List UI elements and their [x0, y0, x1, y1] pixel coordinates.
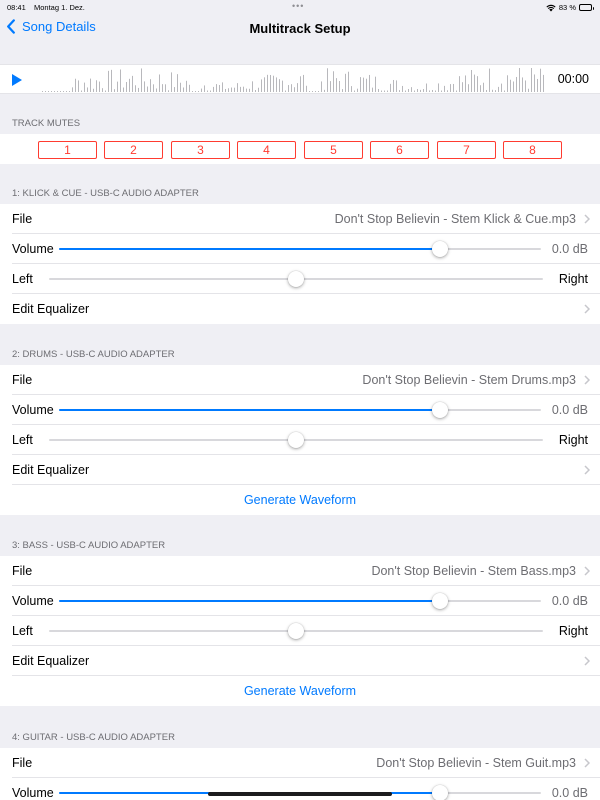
pan-right-label: Right — [558, 433, 588, 447]
chevron-right-icon — [584, 566, 590, 576]
file-label: File — [12, 756, 33, 770]
pan-row: Left Right — [0, 616, 600, 646]
mute-button-1[interactable]: 1 — [38, 141, 97, 159]
play-icon[interactable] — [12, 74, 22, 86]
volume-label: Volume — [12, 403, 54, 417]
multitasking-dots[interactable]: ••• — [292, 1, 304, 11]
volume-label: Volume — [12, 594, 54, 608]
pan-row: Left Right — [0, 264, 600, 294]
track-2-group: File Don't Stop Believin - Stem Drums.mp… — [0, 365, 600, 515]
pan-row: Left Right — [0, 425, 600, 455]
volume-slider[interactable] — [59, 241, 541, 257]
edit-equalizer-row[interactable]: Edit Equalizer — [0, 455, 600, 485]
volume-label: Volume — [12, 786, 54, 800]
mute-button-6[interactable]: 6 — [370, 141, 429, 159]
status-right: 83 % — [546, 3, 594, 12]
pan-right-label: Right — [558, 624, 588, 638]
file-value: Don't Stop Believin - Stem Drums.mp3 — [362, 373, 576, 387]
home-indicator[interactable] — [208, 792, 392, 796]
pan-right-label: Right — [558, 272, 588, 286]
playback-time: 00:00 — [557, 72, 589, 86]
file-value: Don't Stop Believin - Stem Guit.mp3 — [376, 756, 576, 770]
pan-slider[interactable] — [49, 432, 543, 448]
edit-equalizer-row[interactable]: Edit Equalizer — [0, 294, 600, 324]
volume-value: 0.0 dB — [551, 594, 588, 608]
pan-slider[interactable] — [49, 271, 543, 287]
pan-left-label: Left — [12, 624, 33, 638]
track-1-group: File Don't Stop Believin - Stem Klick & … — [0, 204, 600, 324]
file-label: File — [12, 564, 33, 578]
battery-percent: 83 % — [558, 3, 576, 12]
volume-label: Volume — [12, 242, 54, 256]
page-title: Multitrack Setup — [249, 21, 351, 36]
pan-left-label: Left — [12, 433, 33, 447]
slider-thumb[interactable] — [431, 402, 448, 418]
track-3-group: File Don't Stop Believin - Stem Bass.mp3… — [0, 556, 600, 706]
chevron-right-icon — [584, 758, 590, 768]
waveform-display[interactable] — [40, 67, 548, 93]
slider-thumb[interactable] — [288, 623, 304, 639]
track-mutes-row: 1 2 3 4 5 6 7 8 — [0, 134, 600, 164]
edit-equalizer-row[interactable]: Edit Equalizer — [0, 646, 600, 676]
volume-slider[interactable] — [59, 593, 541, 609]
mute-button-8[interactable]: 8 — [503, 141, 562, 159]
file-value: Don't Stop Believin - Stem Bass.mp3 — [371, 564, 576, 578]
chevron-right-icon — [584, 465, 590, 475]
edit-equalizer-label: Edit Equalizer — [12, 654, 90, 668]
file-row[interactable]: File Don't Stop Believin - Stem Drums.mp… — [0, 365, 600, 395]
volume-row: Volume 0.0 dB — [0, 395, 600, 425]
generate-waveform-button[interactable]: Generate Waveform — [0, 485, 600, 515]
slider-thumb[interactable] — [431, 785, 448, 800]
volume-slider[interactable] — [59, 402, 541, 418]
track-2-header: 2: DRUMS - USB-C AUDIO ADAPTER — [12, 349, 175, 360]
slider-thumb[interactable] — [431, 593, 448, 609]
track-3-header: 3: BASS - USB-C AUDIO ADAPTER — [12, 540, 166, 551]
status-bar: 08:41 Montag 1. Dez. ••• 83 % — [0, 0, 600, 14]
status-time: 08:41 — [7, 3, 26, 12]
file-row[interactable]: File Don't Stop Believin - Stem Guit.mp3 — [0, 748, 600, 778]
mute-button-5[interactable]: 5 — [304, 141, 363, 159]
chevron-right-icon — [584, 214, 590, 224]
slider-thumb[interactable] — [288, 271, 304, 287]
mute-button-2[interactable]: 2 — [104, 141, 163, 159]
battery-icon — [579, 4, 594, 11]
volume-row: Volume 0.0 dB — [0, 234, 600, 264]
chevron-right-icon — [584, 375, 590, 385]
edit-equalizer-label: Edit Equalizer — [12, 302, 90, 316]
wifi-icon — [546, 4, 556, 11]
mute-button-3[interactable]: 3 — [171, 141, 230, 159]
file-label: File — [12, 212, 33, 226]
slider-thumb[interactable] — [431, 241, 448, 257]
volume-value: 0.0 dB — [551, 403, 588, 417]
audio-player: 00:00 — [0, 64, 600, 94]
file-label: File — [12, 373, 33, 387]
volume-value: 0.0 dB — [551, 242, 588, 256]
volume-row: Volume 0.0 dB — [0, 778, 600, 800]
generate-waveform-button[interactable]: Generate Waveform — [0, 676, 600, 706]
volume-value: 0.0 dB — [551, 786, 588, 800]
track-1-header: 1: KLICK & CUE - USB-C AUDIO ADAPTER — [12, 188, 199, 199]
pan-left-label: Left — [12, 272, 33, 286]
file-value: Don't Stop Believin - Stem Klick & Cue.m… — [334, 212, 576, 226]
file-row[interactable]: File Don't Stop Believin - Stem Klick & … — [0, 204, 600, 234]
mute-button-7[interactable]: 7 — [437, 141, 496, 159]
pan-slider[interactable] — [49, 623, 543, 639]
chevron-right-icon — [584, 656, 590, 666]
file-row[interactable]: File Don't Stop Believin - Stem Bass.mp3 — [0, 556, 600, 586]
mute-button-4[interactable]: 4 — [237, 141, 296, 159]
volume-row: Volume 0.0 dB — [0, 586, 600, 616]
status-date: Montag 1. Dez. — [34, 3, 85, 12]
slider-thumb[interactable] — [288, 432, 304, 448]
navigation-bar: Song Details Multitrack Setup — [0, 14, 600, 44]
track-4-header: 4: GUITAR - USB-C AUDIO ADAPTER — [12, 732, 175, 743]
edit-equalizer-label: Edit Equalizer — [12, 463, 90, 477]
track-mutes-header: TRACK MUTES — [12, 118, 81, 129]
chevron-right-icon — [584, 304, 590, 314]
